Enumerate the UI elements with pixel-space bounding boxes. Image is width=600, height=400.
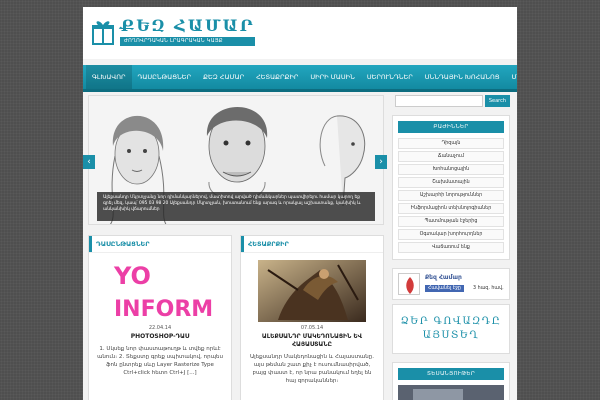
video-thumbnail[interactable] — [393, 385, 509, 400]
gift-icon — [406, 277, 414, 294]
slide-caption: Ալեքսանդր Մկրտչյանը նոր դիմանկարներով, մ… — [97, 192, 375, 221]
category-item[interactable]: Վաճառում ենք — [398, 242, 504, 253]
column-heading[interactable]: ԴԱՍԸՆԹԱՑՆԵՐ — [89, 236, 231, 253]
thumbnail-graphic — [258, 260, 366, 322]
category-item[interactable]: Շախմատային — [398, 177, 504, 188]
nav-item-interesting[interactable]: ՀԵՏԱՔՐՔԻՐ — [250, 65, 304, 89]
nav-item-kitchen[interactable]: ՍՆՆԴԱՅԻՆ ԽՈՀԱՆՈՑ — [419, 65, 506, 89]
chevron-left-icon: ‹ — [87, 157, 91, 167]
category-item[interactable]: Աշխարհի նորություններ — [398, 190, 504, 201]
slider-prev-button[interactable]: ‹ — [83, 155, 95, 169]
gift-icon — [91, 19, 115, 45]
site-header: ՔԵԶ ՀԱՄԱՐ ԺՈՂՈՎՐԴԱԿԱՆ ԼՐԱԳՐԱԿԱՆ ԿԱՅՔ — [83, 7, 517, 59]
main-nav: ԳԼԽԱՎՈՐ ԴԱՍԸՆԹԱՑՆԵՐ ՔԵԶ ՀԱՄԱՐ ՀԵՏԱՔՐՔԻՐ … — [83, 65, 517, 92]
nav-item-for-you[interactable]: ՔԵԶ ՀԱՄԱՐ — [197, 65, 250, 89]
thumb-text-inform: INFORM — [114, 297, 213, 322]
nav-item-lessons[interactable]: ԴԱՍԸՆԹԱՑՆԵՐ — [132, 65, 198, 89]
column-heading[interactable]: ՀԵՏԱՔՐՔԻՐ — [241, 236, 383, 253]
interesting-column: ՀԵՏԱՔՐՔԻՐ 07.05.14 ԱԼԵՔՍԱՆԴՐ ՄԱԿԵԴՈՆԱՑԻՆ… — [240, 235, 384, 400]
logo-title: ՔԵԶ ՀԱՄԱՐ — [120, 16, 255, 35]
categories-heading: ԲԱԺԻՆՆԵՐ — [398, 121, 504, 133]
ad-placeholder[interactable]: ՁԵՐ ԳՈՎԱԶԴԸ ԱՅՍՏԵՂ — [392, 304, 510, 354]
category-item[interactable]: Պատմության էջերից — [398, 216, 504, 227]
videos-heading: ՏԵՍԱՆՅՈՒԹԵՐ — [398, 368, 504, 380]
post-title[interactable]: ԱԼԵՔՍԱՆԴՐ ՄԱԿԵԴՈՆԱՑԻՆ ԵՎ ՀԱՅԱՍՏԱՆԸ — [241, 333, 383, 349]
search-form: Search — [392, 95, 510, 107]
lessons-column: ԴԱՍԸՆԹԱՑՆԵՐ YO INFORM 22.04.14 PHOTOSHOP… — [88, 235, 232, 400]
facebook-widget: Քեզ Համար Հավանել էջը 3 հազ. հավ. — [392, 268, 510, 300]
post-excerpt: 1. Սկսեք նոր փաստաթուղթ և տվեք որևէ անու… — [97, 346, 223, 376]
post-thumbnail[interactable] — [258, 260, 366, 322]
thumbnail-graphic: YO INFORM — [106, 260, 214, 322]
nav-item-about[interactable]: ՄԵՐ ՄԱՍԻՆ — [506, 65, 517, 89]
category-item[interactable]: Խոհանոցային — [398, 164, 504, 175]
category-item[interactable]: Ճանաչում — [398, 151, 504, 162]
categories-widget: ԲԱԺԻՆՆԵՐ Դիզայն Ճանաչում Խոհանոցային Շախ… — [392, 115, 510, 260]
category-item[interactable]: Ինֆորմացիոն տեխնոլոգիաներ — [398, 203, 504, 214]
category-item[interactable]: Օգտակար խորհուրդներ — [398, 229, 504, 240]
facebook-like-count: 3 հազ. հավ. — [473, 286, 504, 291]
site-logo[interactable]: ՔԵԶ ՀԱՄԱՐ ԺՈՂՈՎՐԴԱԿԱՆ ԼՐԱԳՐԱԿԱՆ ԿԱՅՔ — [91, 17, 255, 46]
page-avatar[interactable] — [398, 273, 420, 295]
facebook-page-name[interactable]: Քեզ Համար — [425, 274, 462, 281]
ad-line-2: ԱՅՍՏԵՂ — [422, 330, 480, 341]
ad-line-1: ՁԵՐ ԳՈՎԱԶԴԸ — [400, 316, 502, 327]
nav-item-love[interactable]: ՍԻՐԻ ՄԱՍԻՆ — [304, 65, 360, 89]
slider-next-button[interactable]: › — [375, 155, 387, 169]
post-thumbnail[interactable]: YO INFORM — [106, 260, 214, 322]
category-item[interactable]: Դիզայն — [398, 138, 504, 149]
search-button[interactable]: Search — [484, 95, 510, 107]
post-date: 22.04.14 — [148, 325, 172, 331]
featured-slider[interactable]: Ալեքսանդր Մկրտչյանը նոր դիմանկարներով, մ… — [88, 95, 384, 225]
chevron-right-icon: › — [379, 157, 383, 167]
page: ՔԵԶ ՀԱՄԱՐ ԺՈՂՈՎՐԴԱԿԱՆ ԼՐԱԳՐԱԿԱՆ ԿԱՅՔ ԳԼԽ… — [83, 7, 517, 400]
thumb-text-yo: YO — [113, 262, 151, 290]
post-title[interactable]: PHOTOSHOP-ԴԱՍ — [89, 333, 231, 341]
videos-widget: ՏԵՍԱՆՅՈՒԹԵՐ — [392, 362, 510, 400]
nav-item-generations[interactable]: ՍԵՐՈՒՆԴՆԵՐ — [361, 65, 419, 89]
nav-item-home[interactable]: ԳԼԽԱՎՈՐ — [86, 65, 132, 89]
logo-subtitle: ԺՈՂՈՎՐԴԱԿԱՆ ԼՐԱԳՐԱԿԱՆ ԿԱՅՔ — [120, 37, 255, 46]
search-input[interactable] — [394, 95, 483, 107]
post-excerpt: Ալեքսանդր Մակեդոնացին և Հայաստանը. այս թ… — [249, 354, 375, 384]
sidebar: Search ԲԱԺԻՆՆԵՐ Դիզայն Ճանաչում Խոհանոցա… — [392, 95, 510, 400]
post-date: 07.05.14 — [300, 325, 324, 331]
main-content: Ալեքսանդր Մկրտչյանը նոր դիմանկարներով, մ… — [83, 95, 387, 400]
facebook-like-button[interactable]: Հավանել էջը — [425, 285, 464, 292]
